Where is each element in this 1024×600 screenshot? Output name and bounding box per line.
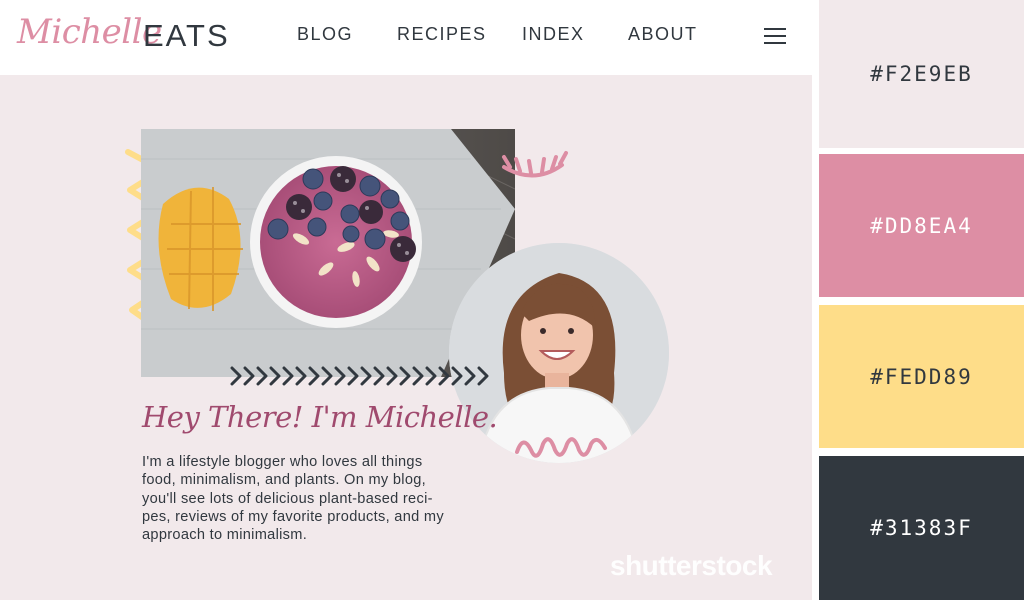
bio-line: approach to minimalism. [142, 527, 308, 544]
header-bar: Michelle EATS BLOG RECIPES INDEX ABOUT [0, 0, 812, 75]
hamburger-menu-icon[interactable] [764, 27, 786, 45]
swatch-label: #FEDD89 [870, 364, 973, 389]
bio-line: you'll see lots of delicious plant-based… [142, 490, 433, 507]
nav-about[interactable]: ABOUT [628, 24, 698, 45]
watermark: shutterstock [610, 550, 773, 581]
logo-script: Michelle [17, 12, 162, 52]
nav-index[interactable]: INDEX [522, 24, 585, 45]
nav-recipes[interactable]: RECIPES [397, 24, 487, 45]
swatch-label: #F2E9EB [870, 62, 973, 86]
hero-greeting: Hey There! I'm Michelle. [142, 400, 498, 434]
swatch-pink: #DD8EA4 [819, 154, 1024, 297]
hero-bio: I'm a lifestyle blogger who loves all th… [142, 453, 497, 544]
swatch-dark: #31383F [819, 456, 1024, 600]
swatch-light-pink: #F2E9EB [819, 0, 1024, 148]
eyelash-decoration [502, 151, 568, 178]
bio-line: food, minimalism, and plants. On my blog… [142, 472, 427, 489]
swatch-label: #DD8EA4 [870, 213, 973, 238]
website-mockup: Michelle EATS BLOG RECIPES INDEX ABOUT H… [0, 0, 812, 600]
swatch-yellow: #FEDD89 [819, 305, 1024, 448]
squiggle-decoration [515, 437, 607, 458]
bio-line: pes, reviews of my favorite products, an… [142, 508, 444, 525]
chevron-arrows-decoration [230, 366, 489, 386]
bio-line: I'm a lifestyle blogger who loves all th… [142, 454, 423, 470]
swatch-label: #31383F [870, 516, 973, 540]
logo-word: EATS [143, 18, 230, 53]
nav-blog[interactable]: BLOG [297, 24, 353, 45]
